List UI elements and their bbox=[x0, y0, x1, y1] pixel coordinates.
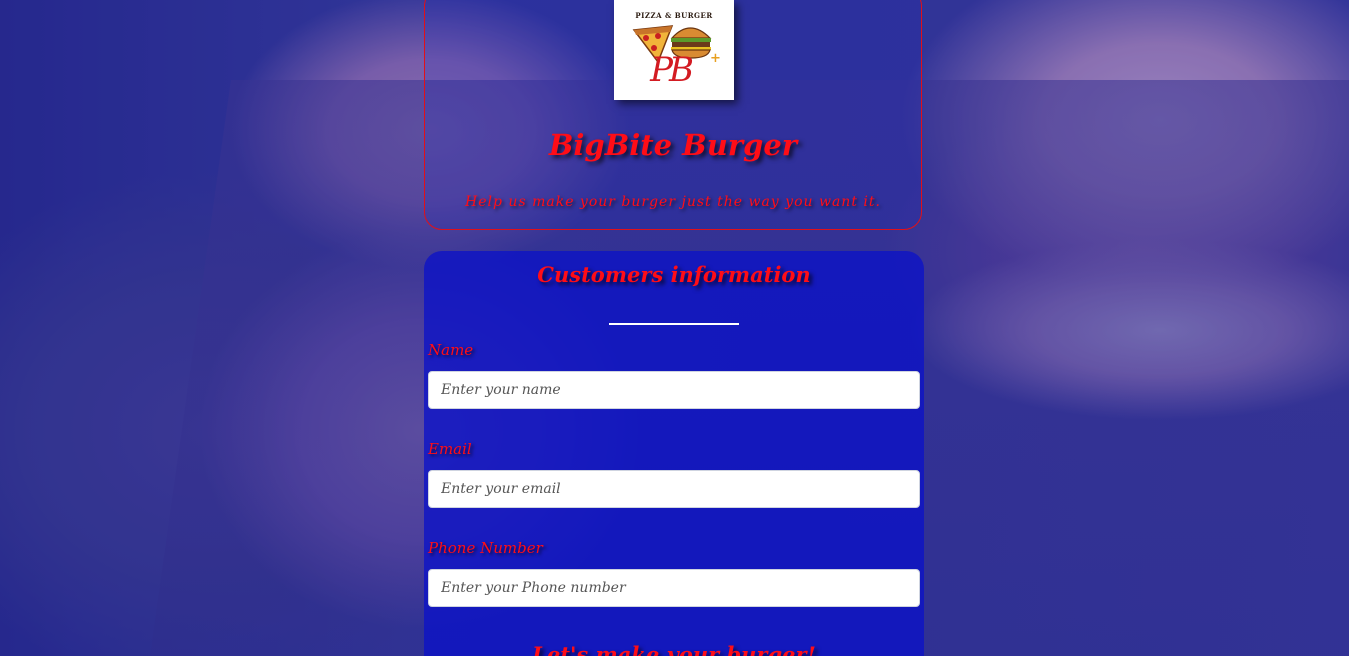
phone-label: Phone Number bbox=[428, 539, 543, 557]
email-input[interactable] bbox=[428, 470, 920, 508]
email-label: Email bbox=[428, 440, 472, 458]
title-divider bbox=[609, 323, 739, 325]
logo-plus: + bbox=[710, 51, 721, 66]
brand-subtitle: Help us make your burger just the way yo… bbox=[465, 194, 881, 210]
section-title: Customers information bbox=[537, 262, 811, 287]
logo: PIZZA & BURGER PB + bbox=[614, 0, 734, 100]
phone-input[interactable] bbox=[428, 569, 920, 607]
name-label: Name bbox=[428, 341, 474, 359]
name-input[interactable] bbox=[428, 371, 920, 409]
brand-title: BigBite Burger bbox=[548, 128, 798, 162]
burger-section-title: Let's make your burger! bbox=[532, 642, 816, 656]
